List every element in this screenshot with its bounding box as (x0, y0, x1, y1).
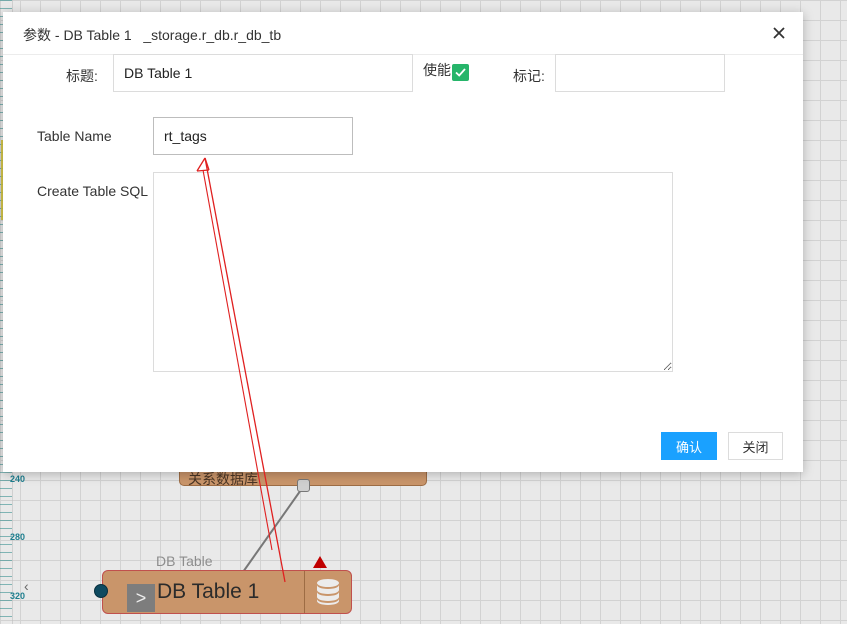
ruler-label-240: 240 (10, 474, 26, 484)
storage-node-label: 关系数据库 (188, 471, 258, 487)
table-name-label: Table Name (37, 128, 112, 144)
confirm-button[interactable]: 确认 (661, 432, 717, 460)
enable-label: 使能 (423, 62, 451, 78)
check-icon (455, 68, 466, 77)
chevron-left-icon[interactable]: ‹ (24, 578, 29, 594)
expand-button[interactable]: > (127, 584, 155, 612)
database-icon (304, 571, 351, 613)
enable-checkbox[interactable] (452, 64, 469, 81)
tag-label: 标记: (513, 68, 545, 84)
parameters-dialog: 参数 - DB Table 1 _storage.r_db.r_db_tb 标题… (3, 12, 803, 472)
title-input[interactable] (113, 54, 413, 92)
db-node-type-label: DB Table (156, 553, 213, 569)
tag-input[interactable] (555, 54, 725, 92)
title-label: 标题: (66, 68, 98, 84)
close-button[interactable]: 关闭 (728, 432, 783, 460)
ruler-label-320: 320 (10, 591, 26, 601)
create-sql-label: Create Table SQL (37, 183, 149, 199)
db-node-title: DB Table 1 (157, 580, 260, 603)
warning-icon (313, 556, 327, 568)
dialog-header: 参数 - DB Table 1 _storage.r_db.r_db_tb (3, 12, 803, 55)
close-icon[interactable] (769, 23, 789, 43)
db-table-node[interactable]: > DB Table 1 (102, 570, 352, 614)
input-port[interactable] (94, 584, 108, 598)
create-sql-textarea[interactable] (153, 172, 673, 372)
dialog-title: 参数 - DB Table 1 _storage.r_db.r_db_tb (23, 27, 282, 43)
output-port[interactable] (297, 479, 310, 492)
table-name-input[interactable] (153, 117, 353, 155)
ruler-label-280: 280 (10, 532, 26, 542)
